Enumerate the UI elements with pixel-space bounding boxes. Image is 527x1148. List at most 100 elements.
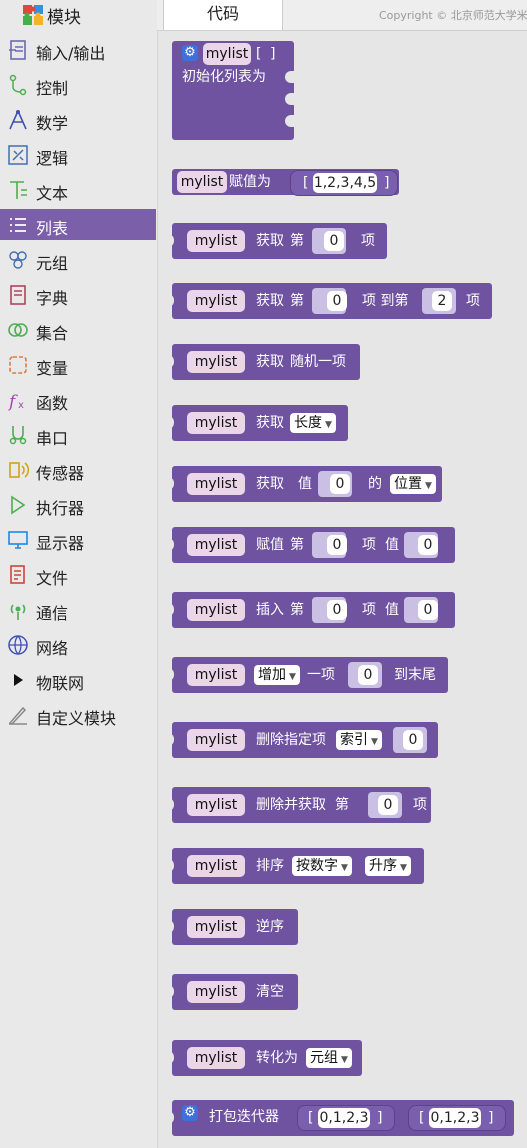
list-random-item-block[interactable]: mylist 获取 随机一项: [164, 344, 360, 380]
list-clear-block[interactable]: mylist 清空: [164, 974, 298, 1010]
variable-pill[interactable]: mylist: [187, 855, 245, 877]
list-values-field[interactable]: 0,1,2,3: [429, 1108, 481, 1128]
remove-mode-dropdown[interactable]: 索引 ▼: [336, 730, 382, 750]
number-field[interactable]: 0: [327, 535, 347, 555]
number-field[interactable]: 0: [378, 795, 398, 815]
list-remove-block[interactable]: mylist 删除指定项 索引 ▼ 0: [164, 722, 438, 758]
variable-pill[interactable]: mylist: [187, 290, 245, 312]
variable-pill[interactable]: mylist: [203, 43, 251, 65]
sort-type-dropdown[interactable]: 按数字 ▼: [292, 856, 352, 876]
gear-icon[interactable]: ⚙: [182, 1105, 198, 1121]
variable-pill[interactable]: mylist: [177, 171, 227, 193]
variable-pill[interactable]: mylist: [187, 1047, 245, 1069]
list-index-of-block[interactable]: mylist 获取 值 0 的 位置 ▼: [164, 466, 442, 502]
block-label: 删除并获取: [256, 797, 326, 813]
block-notch: [164, 1051, 174, 1064]
sidebar-item-actuator[interactable]: 执行器: [0, 489, 156, 520]
block-label: 插入: [256, 602, 284, 618]
list-insert-block[interactable]: mylist 插入 第 0 项 值 0: [164, 592, 455, 628]
list-convert-block[interactable]: mylist 转化为 元组 ▼: [164, 1040, 362, 1076]
number-field[interactable]: 0: [358, 665, 378, 685]
sidebar-item-dict[interactable]: 字典: [0, 279, 156, 310]
sort-order-dropdown[interactable]: 升序 ▼: [365, 856, 411, 876]
block-label: 打包迭代器: [209, 1109, 279, 1125]
list-reverse-block[interactable]: mylist 逆序: [164, 909, 298, 945]
number-field[interactable]: 0: [418, 535, 438, 555]
variable-pill[interactable]: mylist: [187, 412, 245, 434]
list-get-range-block[interactable]: mylist 获取 第 0 项 到第 2 项: [164, 283, 492, 319]
sidebar-item-math[interactable]: 数学: [0, 104, 156, 135]
number-field[interactable]: 0: [324, 231, 344, 251]
variable-pill[interactable]: mylist: [187, 916, 245, 938]
block-notch: [164, 733, 174, 746]
variable-pill[interactable]: mylist: [187, 230, 245, 252]
list-length-block[interactable]: mylist 获取 长度 ▼: [164, 405, 348, 441]
number-field[interactable]: 2: [432, 291, 452, 311]
dropdown-value: 长度: [294, 415, 322, 431]
list-sort-block[interactable]: mylist 排序 按数字 ▼ 升序 ▼: [164, 848, 424, 884]
block-label: 值: [385, 537, 399, 553]
number-field[interactable]: 0: [418, 600, 438, 620]
block-label: 获取: [256, 354, 284, 370]
sidebar-item-tuple[interactable]: 元组: [0, 244, 156, 275]
sidebar-item-text[interactable]: 文本: [0, 174, 156, 205]
input-slot[interactable]: [285, 115, 294, 127]
list-literal[interactable]: [ 1,2,3,4,5 ]: [290, 170, 398, 196]
number-field[interactable]: 0: [327, 291, 347, 311]
tab-code[interactable]: 代码: [163, 0, 283, 30]
list-literal[interactable]: [ 0,1,2,3 ]: [408, 1105, 506, 1131]
sidebar-item-display[interactable]: 显示器: [0, 524, 156, 555]
text-icon: [10, 181, 27, 199]
sidebar-item-custom-module[interactable]: 自定义模块: [0, 699, 156, 730]
input-slot[interactable]: [285, 93, 294, 105]
list-values-field[interactable]: 1,2,3,4,5: [313, 173, 377, 193]
file-icon: [10, 565, 25, 584]
dropdown-value: 按数字: [296, 858, 338, 874]
append-mode-dropdown[interactable]: 增加 ▼: [254, 665, 300, 685]
sidebar-item-io[interactable]: 输入/输出: [0, 34, 156, 65]
list-values-field[interactable]: 0,1,2,3: [318, 1108, 370, 1128]
sidebar-item-function[interactable]: f x 函数: [0, 384, 156, 415]
input-slot[interactable]: [285, 71, 294, 83]
number-field[interactable]: 0: [403, 730, 423, 750]
sidebar-item-set[interactable]: 集合: [0, 314, 156, 345]
sidebar-item-sensor[interactable]: 传感器: [0, 454, 156, 485]
block-label: 获取: [256, 476, 284, 492]
convert-type-dropdown[interactable]: 元组 ▼: [306, 1048, 352, 1068]
number-field[interactable]: 0: [330, 474, 350, 494]
length-dropdown[interactable]: 长度 ▼: [290, 413, 336, 433]
bracket-open: [: [256, 46, 262, 62]
sidebar-item-control[interactable]: 控制: [0, 69, 156, 100]
variable-pill[interactable]: mylist: [187, 473, 245, 495]
position-dropdown[interactable]: 位置 ▼: [390, 474, 436, 494]
list-get-item-block[interactable]: mylist 获取 第 0 项: [164, 223, 387, 259]
sidebar-item-serial[interactable]: 串口: [0, 419, 156, 450]
list-pop-block[interactable]: mylist 删除并获取 第 0 项: [164, 787, 431, 823]
number-field[interactable]: 0: [327, 600, 347, 620]
sidebar-item-label: 控制: [36, 79, 69, 98]
sidebar-item-label: 变量: [36, 359, 69, 378]
variable-pill[interactable]: mylist: [187, 351, 245, 373]
sidebar-item-file[interactable]: 文件: [0, 559, 156, 590]
sidebar-item-network[interactable]: 网络: [0, 629, 156, 660]
variable-pill[interactable]: mylist: [187, 794, 245, 816]
list-init-block[interactable]: ⚙ mylist [ ] 初始化列表为: [172, 41, 294, 140]
sidebar-item-variable[interactable]: 变量: [0, 349, 156, 380]
list-literal[interactable]: [ 0,1,2,3 ]: [297, 1105, 395, 1131]
variable-pill[interactable]: mylist: [187, 534, 245, 556]
gear-icon[interactable]: ⚙: [182, 45, 198, 61]
block-label: 第: [290, 537, 304, 553]
variable-pill[interactable]: mylist: [187, 664, 245, 686]
sidebar-item-list[interactable]: 列表: [0, 209, 156, 240]
variable-pill[interactable]: mylist: [187, 599, 245, 621]
list-append-block[interactable]: mylist 增加 ▼ 一项 0 到末尾: [164, 657, 448, 693]
zip-iterator-block[interactable]: ⚙ 打包迭代器 [ 0,1,2,3 ] [ 0,1,2,3 ]: [164, 1100, 514, 1136]
list-set-item-block[interactable]: mylist 赋值 第 0 项 值 0: [164, 527, 455, 563]
variable-pill[interactable]: mylist: [187, 729, 245, 751]
variable-pill[interactable]: mylist: [187, 981, 245, 1003]
sidebar-item-logic[interactable]: 逻辑: [0, 139, 156, 170]
sidebar-item-communication[interactable]: 通信: [0, 594, 156, 625]
list-assign-block[interactable]: mylist 赋值为 [ 1,2,3,4,5 ]: [172, 169, 399, 196]
sidebar-item-iot[interactable]: 物联网: [0, 664, 156, 695]
block-label: 第: [335, 797, 349, 813]
